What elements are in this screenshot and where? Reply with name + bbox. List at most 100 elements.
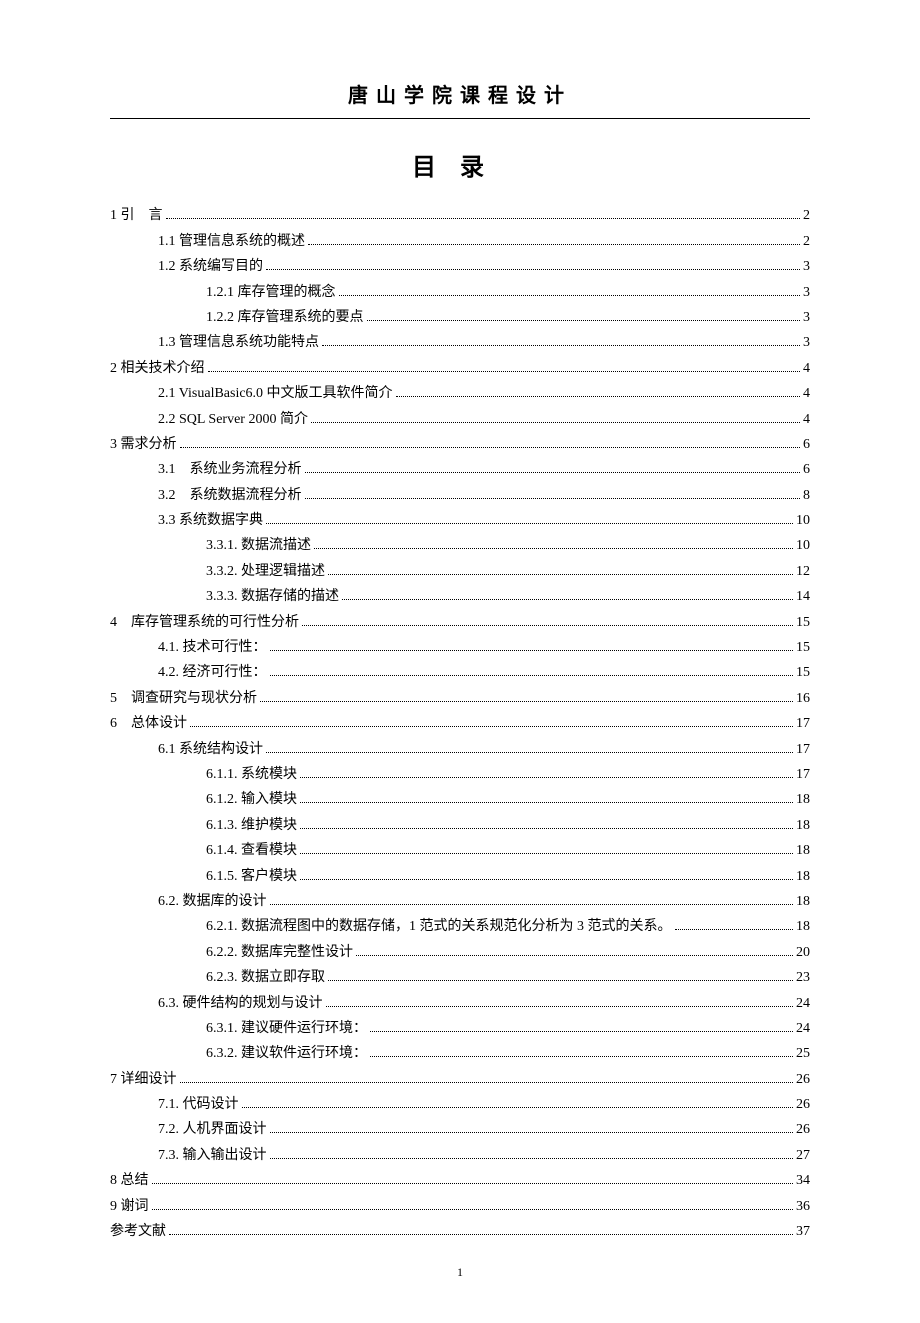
- toc-leader: [260, 701, 793, 702]
- toc-leader: [152, 1183, 794, 1184]
- toc-page: 24: [796, 1018, 810, 1040]
- toc-entry: 7 详细设计26: [110, 1069, 810, 1091]
- toc-leader: [180, 1082, 794, 1083]
- toc-leader: [300, 828, 793, 829]
- toc-entry: 6.1.4. 查看模块 18: [110, 840, 810, 862]
- toc-leader: [305, 498, 801, 499]
- toc-leader: [370, 1031, 793, 1032]
- toc-label: 3.1 系统业务流程分析: [158, 459, 302, 481]
- toc-label: 1.2.2 库存管理系统的要点: [206, 307, 364, 329]
- toc-entry: 6.1.2. 输入模块18: [110, 789, 810, 811]
- toc-leader: [270, 650, 794, 651]
- toc-page: 24: [796, 993, 810, 1015]
- toc-leader: [342, 599, 793, 600]
- toc-page: 17: [796, 764, 810, 786]
- toc-leader: [302, 625, 793, 626]
- toc-page: 16: [796, 688, 810, 710]
- toc-leader: [311, 422, 800, 423]
- toc-entry: 3.1 系统业务流程分析 6: [110, 459, 810, 481]
- toc-page: 3: [803, 282, 810, 304]
- toc-label: 6.1.3. 维护模块: [206, 815, 297, 837]
- toc-page: 20: [796, 942, 810, 964]
- toc-entry: 6.1.3. 维护模块 18: [110, 815, 810, 837]
- toc-entry: 4.1. 技术可行性： 15: [110, 637, 810, 659]
- toc-label: 3.3.3. 数据存储的描述: [206, 586, 339, 608]
- toc-entry: 6.2. 数据库的设计18: [110, 891, 810, 913]
- toc-leader: [180, 447, 801, 448]
- toc-leader: [675, 929, 794, 930]
- toc-leader: [326, 1006, 794, 1007]
- toc-label: 3 需求分析: [110, 434, 177, 456]
- toc-page: 2: [803, 231, 810, 253]
- toc-page: 15: [796, 662, 810, 684]
- toc-entry: 6.1.1. 系统模块17: [110, 764, 810, 786]
- toc-leader: [300, 777, 793, 778]
- toc-page: 3: [803, 307, 810, 329]
- toc-label: 6.2. 数据库的设计: [158, 891, 267, 913]
- toc-entry: 2.1 VisualBasic6.0 中文版工具软件简介 4: [110, 383, 810, 405]
- toc-label: 3.2 系统数据流程分析: [158, 485, 302, 507]
- toc-leader: [328, 980, 793, 981]
- toc-page: 14: [796, 586, 810, 608]
- toc-entry: 1 引 言 2: [110, 205, 810, 227]
- toc-entry: 6 总体设计17: [110, 713, 810, 735]
- toc-entry: 4 库存管理系统的可行性分析15: [110, 612, 810, 634]
- toc-label: 3.3.2. 处理逻辑描述: [206, 561, 325, 583]
- toc-entry: 1.2.1 库存管理的概念3: [110, 282, 810, 304]
- toc-entry: 6.2.1. 数据流程图中的数据存储，1 范式的关系规范化分析为 3 范式的关系…: [110, 916, 810, 938]
- toc-page: 10: [796, 535, 810, 557]
- toc-entry: 6.3.2. 建议软件运行环境：25: [110, 1043, 810, 1065]
- toc-entry: 7.3. 输入输出设计27: [110, 1145, 810, 1167]
- toc-label: 9 谢词: [110, 1196, 149, 1218]
- toc-page: 15: [796, 637, 810, 659]
- toc-page: 23: [796, 967, 810, 989]
- toc-leader: [266, 523, 793, 524]
- toc-leader: [300, 879, 793, 880]
- toc-leader: [322, 345, 800, 346]
- toc-leader: [339, 295, 801, 296]
- toc-leader: [370, 1056, 793, 1057]
- toc-label: 1.2 系统编写目的: [158, 256, 263, 278]
- toc-label: 4.1. 技术可行性：: [158, 637, 267, 659]
- toc-leader: [190, 726, 793, 727]
- toc-page: 15: [796, 612, 810, 634]
- toc-entry: 6.1 系统结构设计17: [110, 739, 810, 761]
- toc-label: 7.1. 代码设计: [158, 1094, 239, 1116]
- toc-leader: [300, 802, 793, 803]
- toc-page: 10: [796, 510, 810, 532]
- toc-entry: 8 总结34: [110, 1170, 810, 1192]
- toc-leader: [242, 1107, 794, 1108]
- toc-leader: [208, 371, 801, 372]
- toc-entry: 9 谢词36: [110, 1196, 810, 1218]
- toc-page: 18: [796, 866, 810, 888]
- toc-page: 26: [796, 1119, 810, 1141]
- toc-entry: 3.2 系统数据流程分析8: [110, 485, 810, 507]
- toc-page: 4: [803, 383, 810, 405]
- toc-page: 6: [803, 459, 810, 481]
- toc-label: 1 引 言: [110, 205, 163, 227]
- toc-leader: [396, 396, 800, 397]
- toc-label: 2.2 SQL Server 2000 简介: [158, 409, 308, 431]
- toc-page: 18: [796, 916, 810, 938]
- toc-label: 6.1.4. 查看模块: [206, 840, 297, 862]
- toc-page: 2: [803, 205, 810, 227]
- toc-leader: [270, 1158, 794, 1159]
- toc-entry: 3.3.3. 数据存储的描述 14: [110, 586, 810, 608]
- toc-page: 18: [796, 840, 810, 862]
- toc-entry: 1.3 管理信息系统功能特点3: [110, 332, 810, 354]
- toc-leader: [270, 675, 794, 676]
- toc-label: 2.1 VisualBasic6.0 中文版工具软件简介: [158, 383, 393, 405]
- toc-label: 4.2. 经济可行性：: [158, 662, 267, 684]
- toc-label: 2 相关技术介绍: [110, 358, 205, 380]
- toc-entry: 1.2 系统编写目的3: [110, 256, 810, 278]
- toc-entry: 1.1 管理信息系统的概述2: [110, 231, 810, 253]
- toc-container: 1 引 言21.1 管理信息系统的概述21.2 系统编写目的31.2.1 库存管…: [110, 205, 810, 1243]
- toc-label: 8 总结: [110, 1170, 149, 1192]
- toc-label: 6.3.2. 建议软件运行环境：: [206, 1043, 367, 1065]
- toc-page: 18: [796, 815, 810, 837]
- toc-leader: [152, 1209, 794, 1210]
- toc-label: 参考文献: [110, 1221, 166, 1243]
- toc-page: 4: [803, 409, 810, 431]
- toc-entry: 4.2. 经济可行性： 15: [110, 662, 810, 684]
- toc-page: 4: [803, 358, 810, 380]
